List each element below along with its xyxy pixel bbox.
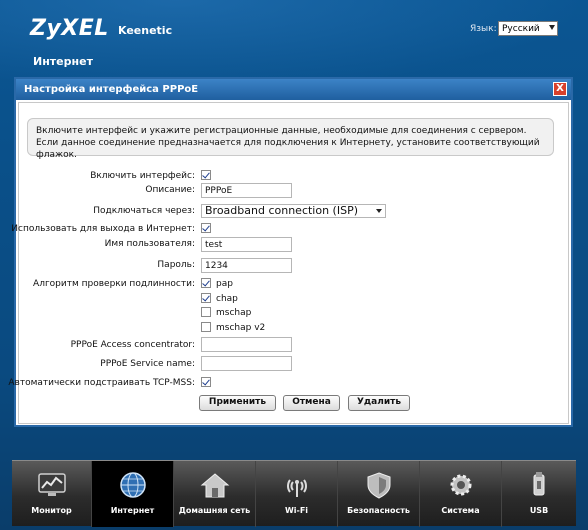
auth-chap-checkbox[interactable] xyxy=(201,293,211,303)
enable-interface-checkbox[interactable] xyxy=(201,170,211,180)
use-internet-checkbox[interactable] xyxy=(201,223,211,233)
service-name-label: PPPoE Service name: xyxy=(100,359,195,369)
language-value: Русский xyxy=(502,24,540,34)
cancel-button[interactable]: Отмена xyxy=(283,395,340,411)
nav-item-usb[interactable]: USB xyxy=(502,461,576,527)
apply-button[interactable]: Применить xyxy=(199,395,276,411)
chevron-down-icon xyxy=(376,209,382,213)
zyxel-logo: ZyXEL xyxy=(30,16,109,41)
password-label: Пароль: xyxy=(157,260,195,270)
info-notice: Включите интерфейс и укажите регистрацио… xyxy=(27,118,554,160)
auth-mschap-label: mschap xyxy=(216,308,252,318)
shield-icon xyxy=(363,471,395,499)
nav-label-wifi: Wi-Fi xyxy=(284,506,309,515)
auth-label: Алгоритм проверки подлинности: xyxy=(33,279,195,289)
password-field[interactable]: 1234 xyxy=(201,258,292,273)
nav-item-home-network[interactable]: Домашняя сеть xyxy=(174,461,256,527)
connect-via-select[interactable]: Broadband connection (ISP) xyxy=(201,204,386,218)
description-label: Описание: xyxy=(145,185,195,195)
pppoe-dialog: Настройка интерфейса PPPoE X Включите ин… xyxy=(8,77,573,427)
connect-via-label: Подключаться через: xyxy=(93,206,195,216)
language-label: Язык: xyxy=(470,24,497,34)
enable-interface-label: Включить интерфейс: xyxy=(90,171,195,181)
username-label: Имя пользователя: xyxy=(104,239,195,249)
page-title: Интернет xyxy=(33,55,93,68)
auth-chap-label: chap xyxy=(216,294,238,304)
model-name: Keenetic xyxy=(118,24,173,37)
close-button[interactable]: X xyxy=(553,82,567,96)
description-field[interactable]: PPPoE xyxy=(201,183,292,198)
access-concentrator-field[interactable] xyxy=(201,337,292,352)
nav-label-system: Система xyxy=(441,506,480,515)
service-name-field[interactable] xyxy=(201,356,292,371)
auth-mschapv2-label: mschap v2 xyxy=(216,323,266,333)
nav-label-usb: USB xyxy=(529,506,549,515)
nav-item-monitor[interactable]: Монитор xyxy=(12,461,92,527)
globe-icon xyxy=(117,471,149,499)
chevron-down-icon xyxy=(549,25,555,30)
bottom-nav: Монитор Интернет Домашняя сеть Wi-Fi Без… xyxy=(12,460,576,527)
wifi-icon xyxy=(281,471,313,499)
connect-via-value: Broadband connection (ISP) xyxy=(205,204,359,217)
nav-label-security: Безопасность xyxy=(347,506,410,515)
gear-icon xyxy=(445,471,477,499)
nav-item-internet[interactable]: Интернет xyxy=(92,461,174,527)
home-icon xyxy=(199,471,231,499)
nav-item-wifi[interactable]: Wi-Fi xyxy=(256,461,338,527)
dialog-title: Настройка интерфейса PPPoE xyxy=(16,79,571,100)
delete-button[interactable]: Удалить xyxy=(348,395,410,411)
language-select[interactable]: Русский xyxy=(498,21,558,36)
nav-item-security[interactable]: Безопасность xyxy=(338,461,420,527)
auth-mschapv2-checkbox[interactable] xyxy=(201,322,211,332)
tcpmss-label: Автоматически подстраивать TCP-MSS: xyxy=(8,378,195,388)
auth-pap-label: pap xyxy=(216,279,233,289)
nav-label-internet: Интернет xyxy=(110,506,155,515)
nav-label-home-network: Домашняя сеть xyxy=(178,506,251,515)
use-internet-label: Использовать для выхода в Интернет: xyxy=(11,224,195,234)
nav-label-monitor: Монитор xyxy=(31,506,72,515)
username-field[interactable]: test xyxy=(201,237,292,252)
dialog-body: Включите интерфейс и укажите регистрацио… xyxy=(8,102,569,424)
auth-mschap-checkbox[interactable] xyxy=(201,307,211,317)
access-concentrator-label: PPPoE Access concentrator: xyxy=(70,340,195,350)
nav-item-system[interactable]: Система xyxy=(420,461,502,527)
auth-pap-checkbox[interactable] xyxy=(201,278,211,288)
tcpmss-checkbox[interactable] xyxy=(201,377,211,387)
monitor-icon xyxy=(36,471,68,499)
usb-icon xyxy=(523,471,555,499)
